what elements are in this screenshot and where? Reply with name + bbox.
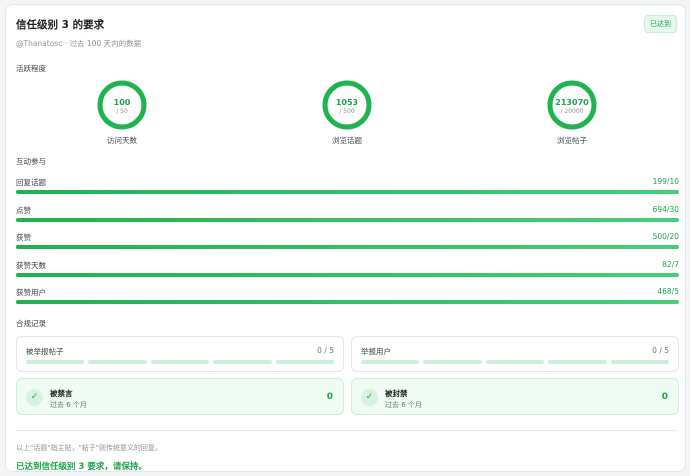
trust-level-card: 信任级别 3 的要求 已达到 @Thanatosc · 过去 100 天内的数据…	[5, 4, 686, 472]
ring-value: 213070	[555, 98, 589, 107]
bar-fill	[16, 190, 679, 194]
interaction-section-label: 互动参与	[16, 157, 46, 166]
segment-bar	[361, 360, 670, 364]
status-sub: 过去 6 个月	[50, 401, 87, 409]
suspended-status-box: ✓ 被封禁 过去 6 个月 0	[351, 378, 679, 415]
reported-users-box: 举报用户 0 / 5	[351, 336, 679, 372]
check-icon: ✓	[361, 389, 378, 406]
bar-fill	[16, 218, 679, 222]
bar-label: 获赞天数	[16, 261, 46, 270]
ring-value: 100	[113, 98, 131, 107]
ring-caption: 访问天数	[107, 136, 137, 145]
segment	[26, 360, 85, 364]
status-title: 被封禁	[385, 389, 408, 398]
ring-caption: 浏览帖子	[557, 136, 587, 145]
bar-track	[16, 190, 679, 194]
bar-value: 694/30	[652, 205, 679, 214]
segment	[423, 360, 482, 364]
page-title: 信任级别 3 的要求	[16, 19, 105, 31]
bar-track	[16, 218, 679, 222]
bar-label: 回复话题	[16, 178, 46, 187]
box-label: 举报用户	[361, 347, 391, 356]
result-message: 已达到信任级别 3 要求，请保持。	[16, 462, 147, 472]
ring-target: / 500	[339, 108, 355, 115]
bar-liked-days: 获赞天数 82/7	[16, 260, 679, 282]
status-title: 被禁言	[50, 389, 73, 398]
silenced-status-box: ✓ 被禁言 过去 6 个月 0	[16, 378, 344, 415]
bar-value: 199/10	[652, 177, 679, 186]
bar-track	[16, 245, 679, 249]
segment	[150, 360, 210, 364]
bar-fill	[16, 245, 679, 249]
segment-bar	[26, 360, 335, 364]
ring-target: / 50	[116, 108, 128, 115]
segment	[610, 360, 670, 364]
segment	[361, 360, 420, 364]
bar-likes-received: 获赞 500/20	[16, 232, 679, 254]
reported-posts-box: 被举报帖子 0 / 5	[16, 336, 344, 372]
ring-posts-viewed: 213070 / 20000 浏览帖子	[532, 79, 612, 146]
bar-value: 500/20	[652, 232, 679, 241]
status-badge: 已达到	[644, 15, 677, 33]
ring-visit-days: 100 / 50 访问天数	[82, 79, 162, 146]
bar-fill	[16, 273, 679, 277]
bar-value: 82/7	[662, 260, 679, 269]
compliance-section-label: 合规记录	[16, 319, 46, 328]
bar-label: 获赞	[16, 233, 31, 242]
box-count: 0 / 5	[652, 346, 669, 355]
segment	[485, 360, 545, 364]
segment	[88, 360, 147, 364]
ring-target: / 20000	[560, 108, 584, 115]
status-sub: 过去 6 个月	[385, 401, 422, 409]
bar-label: 获赞用户	[16, 288, 46, 297]
box-count: 0 / 5	[317, 346, 334, 355]
segment	[548, 360, 607, 364]
activity-section-label: 活跃程度	[16, 64, 46, 73]
bar-track	[16, 300, 679, 304]
segment	[213, 360, 272, 364]
footnote: 以上"话题"指主贴，"帖子"则传统意义的回复。	[16, 444, 162, 452]
status-count: 0	[661, 392, 668, 402]
bar-fill	[16, 300, 679, 304]
bar-liked-users: 获赞用户 468/5	[16, 287, 679, 309]
bar-label: 点赞	[16, 206, 31, 215]
ring-caption: 浏览话题	[332, 136, 362, 145]
ring-topics-viewed: 1053 / 500 浏览话题	[307, 79, 387, 146]
bar-value: 468/5	[657, 287, 679, 296]
subtitle: @Thanatosc · 过去 100 天内的数据	[16, 39, 142, 48]
segment	[275, 360, 335, 364]
box-label: 被举报帖子	[26, 347, 64, 356]
bar-likes-given: 点赞 694/30	[16, 205, 679, 227]
bar-track	[16, 273, 679, 277]
divider	[16, 430, 677, 431]
check-icon: ✓	[26, 389, 43, 406]
bar-replies: 回复话题 199/10	[16, 177, 679, 199]
status-count: 0	[326, 392, 333, 402]
ring-value: 1053	[335, 98, 359, 107]
